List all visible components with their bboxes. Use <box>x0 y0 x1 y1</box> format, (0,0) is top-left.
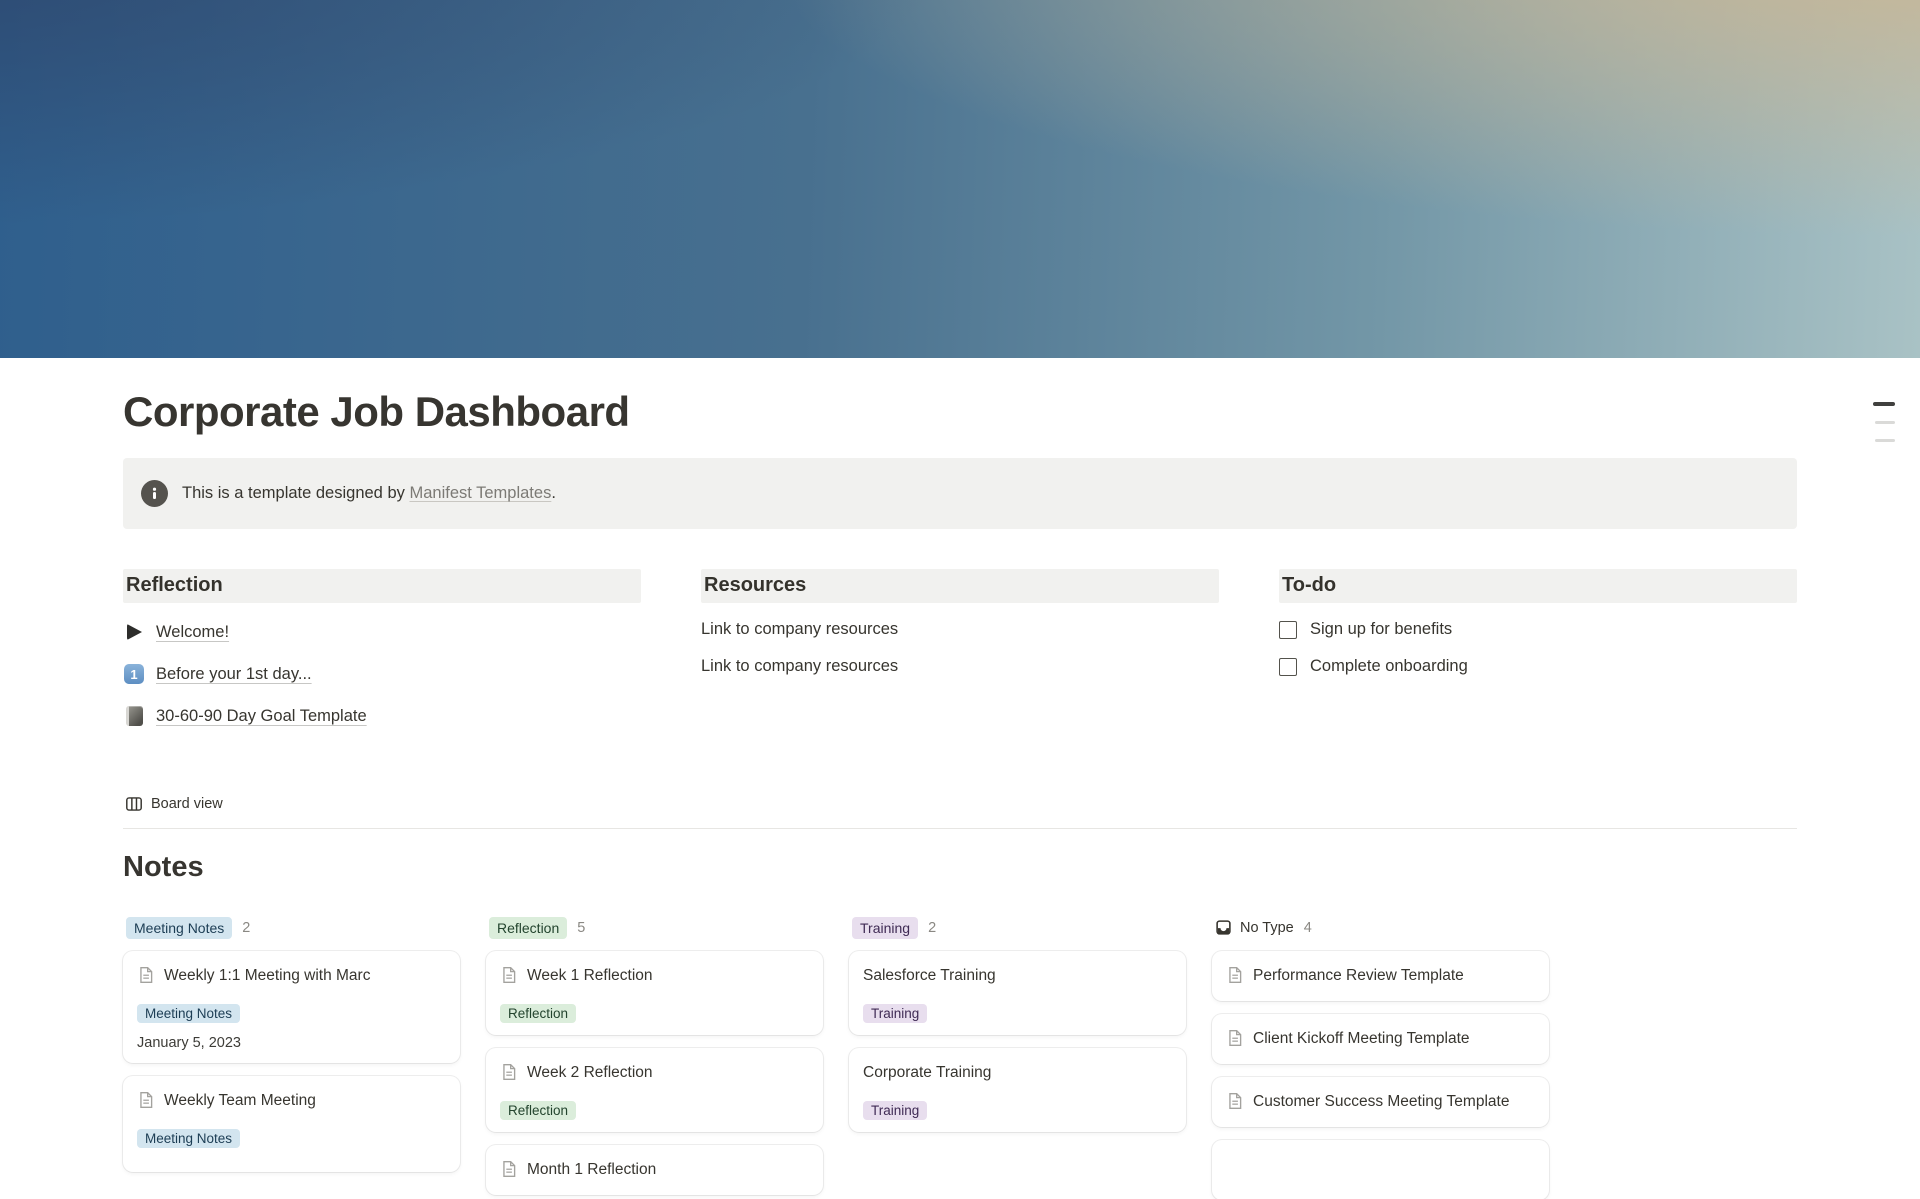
view-tab-label: Board view <box>151 796 223 812</box>
todo-label: Sign up for benefits <box>1310 620 1452 639</box>
column-resources: Resources Link to company resources Link… <box>701 569 1219 737</box>
board-column-training: Training 2 Salesforce Training Training … <box>849 914 1186 1132</box>
resource-link-text: Link to company resources <box>701 620 898 639</box>
card-weekly-team-meeting[interactable]: Weekly Team Meeting Meeting Notes <box>123 1076 460 1172</box>
page-link-welcome[interactable]: Welcome! <box>123 611 641 653</box>
todo-item-benefits[interactable]: Sign up for benefits <box>1279 611 1797 648</box>
card-tag: Reflection <box>500 1004 576 1023</box>
resource-link-text: Link to company resources <box>701 657 898 676</box>
group-header-training[interactable]: Training <box>852 917 918 939</box>
checkbox-unchecked[interactable] <box>1279 658 1297 676</box>
card-tag: Meeting Notes <box>137 1129 240 1148</box>
group-header-meeting-notes[interactable]: Meeting Notes <box>126 917 232 939</box>
card-month-1-reflection[interactable]: Month 1 Reflection <box>486 1145 823 1195</box>
group-header-reflection[interactable]: Reflection <box>489 917 567 939</box>
inbox-icon <box>1215 919 1232 936</box>
card-tag: Meeting Notes <box>137 1004 240 1023</box>
card-performance-review-template[interactable]: Performance Review Template <box>1212 951 1549 1001</box>
card-date: January 5, 2023 <box>137 1035 446 1051</box>
card-title: Customer Success Meeting Template <box>1253 1089 1509 1115</box>
page-icon <box>500 966 518 984</box>
card-corporate-training[interactable]: Corporate Training Training <box>849 1048 1186 1132</box>
callout-text: This is a template designed by Manifest … <box>182 484 556 503</box>
card-title: Week 2 Reflection <box>527 1060 653 1086</box>
page-title: Corporate Job Dashboard <box>123 388 1797 436</box>
manifest-templates-link[interactable]: Manifest Templates <box>409 484 551 502</box>
card-title: Week 1 Reflection <box>527 963 653 989</box>
database-view-tabs: Board view <box>123 793 1797 829</box>
group-count: 2 <box>928 920 936 936</box>
page-icon <box>137 1091 155 1109</box>
board-view: Meeting Notes 2 Weekly 1:1 Meeting with … <box>123 914 1797 1199</box>
callout-text-before: This is a template designed by <box>182 484 409 502</box>
group-count: 2 <box>242 920 250 936</box>
table-of-contents-indicator[interactable] <box>1873 402 1895 442</box>
page-icon <box>1226 1092 1244 1110</box>
checkbox-unchecked[interactable] <box>1279 621 1297 639</box>
callout-text-after: . <box>551 484 556 502</box>
card-tag: Training <box>863 1004 927 1023</box>
page-content: Corporate Job Dashboard This is a templa… <box>123 388 1797 1199</box>
page-link-30-60-90[interactable]: 30-60-90 Day Goal Template <box>123 695 641 737</box>
card-weekly-11-meeting[interactable]: Weekly 1:1 Meeting with Marc Meeting Not… <box>123 951 460 1063</box>
card-title: Weekly Team Meeting <box>164 1088 316 1114</box>
column-todo: To-do Sign up for benefits Complete onbo… <box>1279 569 1797 737</box>
group-label: No Type <box>1240 920 1294 936</box>
card-partial[interactable] <box>1212 1140 1549 1199</box>
todo-label: Complete onboarding <box>1310 657 1468 676</box>
page-link-before-first-day[interactable]: 1 Before your 1st day... <box>123 653 641 695</box>
play-icon <box>123 624 145 640</box>
todo-heading: To-do <box>1279 569 1797 603</box>
board-view-icon <box>125 795 143 813</box>
card-week-1-reflection[interactable]: Week 1 Reflection Reflection <box>486 951 823 1035</box>
todo-item-onboarding[interactable]: Complete onboarding <box>1279 648 1797 685</box>
page-icon <box>500 1063 518 1081</box>
resources-heading: Resources <box>701 569 1219 603</box>
reflection-heading: Reflection <box>123 569 641 603</box>
card-customer-success-meeting-template[interactable]: Customer Success Meeting Template <box>1212 1077 1549 1127</box>
database-title: Notes <box>123 851 1797 884</box>
toc-line-icon[interactable] <box>1875 439 1895 442</box>
toc-line-icon[interactable] <box>1875 421 1895 424</box>
tab-board-view[interactable]: Board view <box>123 793 225 815</box>
info-icon <box>141 480 168 507</box>
board-column-no-type: No Type 4 Performance Review Template Cl… <box>1212 914 1549 1199</box>
card-title: Weekly 1:1 Meeting with Marc <box>164 963 370 989</box>
page-link-label: Welcome! <box>156 623 229 642</box>
page-cover-image <box>0 0 1920 358</box>
group-header-no-type[interactable]: No Type <box>1215 919 1294 936</box>
page-icon <box>1226 966 1244 984</box>
card-week-2-reflection[interactable]: Week 2 Reflection Reflection <box>486 1048 823 1132</box>
column-reflection: Reflection Welcome! 1 Before your 1st da… <box>123 569 641 737</box>
group-count: 5 <box>577 920 585 936</box>
page-icon <box>1226 1029 1244 1047</box>
page-link-label: Before your 1st day... <box>156 665 312 684</box>
card-tag: Reflection <box>500 1101 576 1120</box>
card-title: Client Kickoff Meeting Template <box>1253 1026 1470 1052</box>
card-title: Performance Review Template <box>1253 963 1464 989</box>
group-count: 4 <box>1304 920 1312 936</box>
card-title: Corporate Training <box>863 1060 991 1086</box>
page-icon <box>137 966 155 984</box>
page-icon <box>500 1160 518 1178</box>
one-keycap-icon: 1 <box>123 664 145 684</box>
notebook-icon <box>123 706 145 726</box>
board-column-meeting-notes: Meeting Notes 2 Weekly 1:1 Meeting with … <box>123 914 460 1172</box>
card-tag: Training <box>863 1101 927 1120</box>
three-column-section: Reflection Welcome! 1 Before your 1st da… <box>123 569 1797 737</box>
template-callout: This is a template designed by Manifest … <box>123 458 1797 529</box>
page-link-label: 30-60-90 Day Goal Template <box>156 707 367 726</box>
toc-line-icon[interactable] <box>1873 402 1895 406</box>
card-client-kickoff-meeting-template[interactable]: Client Kickoff Meeting Template <box>1212 1014 1549 1064</box>
card-title: Month 1 Reflection <box>527 1157 656 1183</box>
board-column-reflection: Reflection 5 Week 1 Reflection Reflectio… <box>486 914 823 1195</box>
card-salesforce-training[interactable]: Salesforce Training Training <box>849 951 1186 1035</box>
card-title: Salesforce Training <box>863 963 996 989</box>
